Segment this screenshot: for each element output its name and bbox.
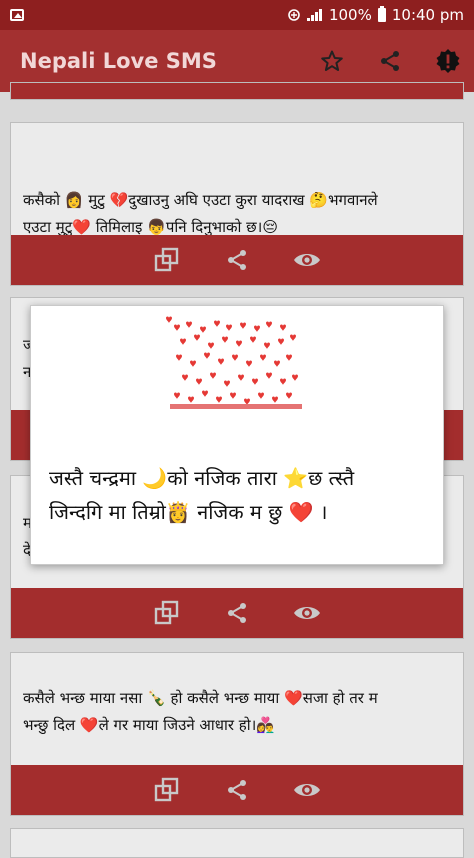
share-icon[interactable]	[222, 775, 252, 805]
card-action-bar	[11, 235, 463, 285]
battery-icon	[377, 6, 386, 22]
sms-text: कसैको 👩 मुटु 💔दुखाउनु अघि एउटा कुरा यादर…	[11, 187, 463, 241]
share-icon[interactable]	[222, 598, 252, 628]
sms-card	[10, 828, 464, 858]
share-icon[interactable]	[376, 47, 404, 75]
share-icon[interactable]	[222, 245, 252, 275]
dialog-sms-line: जस्तै चन्द्रमा 🌙को नजिक तारा ⭐छ त्स्तै	[49, 466, 355, 490]
app-bar-actions	[318, 47, 462, 75]
status-indicators: 100% 10:40 pm	[287, 6, 464, 24]
battery-level: 100%	[328, 6, 372, 24]
card-action-bar	[11, 765, 463, 815]
dialog-sms-text: जस्तै चन्द्रमा 🌙को नजिक तारा ⭐छ त्स्तै ज…	[49, 461, 429, 529]
card-action-bar	[11, 588, 463, 638]
data-saver-icon	[288, 9, 300, 21]
status-bar: 100% 10:40 pm	[0, 0, 474, 30]
hearts-image	[166, 316, 302, 409]
sms-text: कसैले भन्छ माया नसा 🍾 हो कसैले भन्छ माया…	[11, 685, 463, 739]
sms-card	[10, 82, 464, 100]
sms-text-line: भन्छु दिल ❤️ले गर माया जिउने आधार हो।👩‍❤…	[23, 716, 275, 734]
app-title: Nepali Love SMS	[20, 49, 217, 73]
gallery-notification-icon	[10, 9, 24, 21]
view-icon[interactable]	[292, 598, 322, 628]
view-icon[interactable]	[292, 245, 322, 275]
sms-text-line: कसैको 👩 मुटु 💔दुखाउनु अघि एउटा कुरा यादर…	[23, 191, 378, 209]
sms-card: कसैले भन्छ माया नसा 🍾 हो कसैले भन्छ माया…	[10, 652, 464, 816]
dialog-sms-line: जिन्दगि मा तिम्रो👸 नजिक म छु ❤️ ।	[49, 500, 328, 524]
clock: 10:40 pm	[391, 6, 464, 24]
signal-icon	[306, 9, 323, 21]
view-icon[interactable]	[292, 775, 322, 805]
info-badge-icon[interactable]	[434, 47, 462, 75]
copy-icon[interactable]	[152, 245, 182, 275]
sms-preview-dialog[interactable]: जस्तै चन्द्रमा 🌙को नजिक तारा ⭐छ त्स्तै ज…	[30, 305, 444, 565]
card-action-bar	[11, 83, 463, 99]
copy-icon[interactable]	[152, 598, 182, 628]
copy-icon[interactable]	[152, 775, 182, 805]
sms-text-line: कसैले भन्छ माया नसा 🍾 हो कसैले भन्छ माया…	[23, 689, 378, 707]
sms-card: कसैको 👩 मुटु 💔दुखाउनु अघि एउटा कुरा यादर…	[10, 122, 464, 286]
star-icon[interactable]	[318, 47, 346, 75]
